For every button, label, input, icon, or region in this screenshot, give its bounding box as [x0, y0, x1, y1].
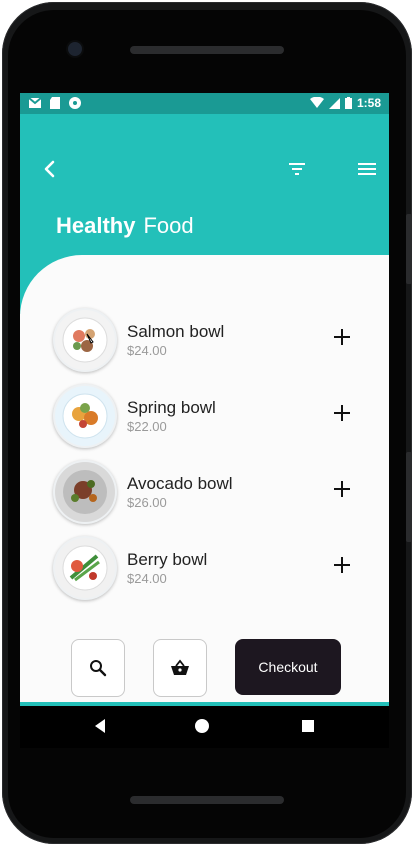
- checkout-button[interactable]: Checkout: [235, 639, 341, 695]
- gmail-icon: [28, 97, 42, 108]
- item-name: Avocado bowl: [127, 474, 233, 493]
- menu-icon[interactable]: [358, 161, 376, 177]
- item-price: $26.00: [127, 495, 167, 510]
- status-bar: 1:58: [20, 93, 389, 114]
- battery-icon: [344, 97, 352, 109]
- item-price: $24.00: [127, 571, 167, 586]
- search-button[interactable]: [71, 639, 125, 697]
- power-button: [406, 452, 412, 542]
- item-price: $24.00: [127, 343, 167, 358]
- list-item[interactable]: Berry bowl $24.00: [53, 536, 383, 602]
- nav-home-icon[interactable]: [195, 719, 209, 733]
- basket-button[interactable]: [153, 639, 207, 697]
- nav-back-icon[interactable]: [93, 718, 107, 734]
- plus-icon[interactable]: [331, 554, 353, 576]
- notification-icons: [28, 96, 82, 110]
- wifi-icon: [309, 97, 324, 108]
- plus-icon[interactable]: [331, 326, 353, 348]
- item-name: Salmon bowl: [127, 322, 225, 341]
- volume-button: [406, 214, 412, 284]
- app-screen: 1:58 Healthy Food Salmon bowl $24.00 Spri…: [20, 93, 389, 706]
- page-title-bold: Healthy: [56, 213, 136, 238]
- list-item[interactable]: Salmon bowl $24.00: [53, 308, 383, 374]
- item-price: $22.00: [127, 419, 167, 434]
- page-title-rest: Food: [143, 213, 194, 238]
- nav-recents-icon[interactable]: [302, 720, 314, 732]
- back-arrow-icon[interactable]: [40, 159, 60, 179]
- front-camera: [68, 42, 82, 56]
- food-image: [53, 536, 117, 600]
- plus-icon[interactable]: [331, 402, 353, 424]
- system-icons: 1:58: [309, 96, 381, 110]
- page-title: Healthy Food: [56, 213, 194, 239]
- android-nav-bar: [20, 706, 389, 748]
- ball-icon: [69, 97, 81, 109]
- item-name: Spring bowl: [127, 398, 216, 417]
- status-time: 1:58: [356, 96, 381, 110]
- list-item[interactable]: Spring bowl $22.00: [53, 384, 383, 450]
- bottom-actions: Checkout: [20, 639, 389, 699]
- signal-icon: [328, 97, 340, 109]
- top-speaker: [130, 46, 284, 54]
- food-image: [53, 384, 117, 448]
- sd-card-icon: [50, 97, 60, 109]
- food-image: [53, 460, 117, 524]
- search-icon: [90, 660, 107, 677]
- basket-icon: [171, 659, 189, 675]
- food-image: [53, 308, 117, 372]
- plus-icon[interactable]: [331, 478, 353, 500]
- filter-icon[interactable]: [288, 160, 306, 178]
- item-name: Berry bowl: [127, 550, 208, 569]
- list-item[interactable]: Avocado bowl $26.00: [53, 460, 383, 526]
- bottom-speaker: [130, 796, 284, 804]
